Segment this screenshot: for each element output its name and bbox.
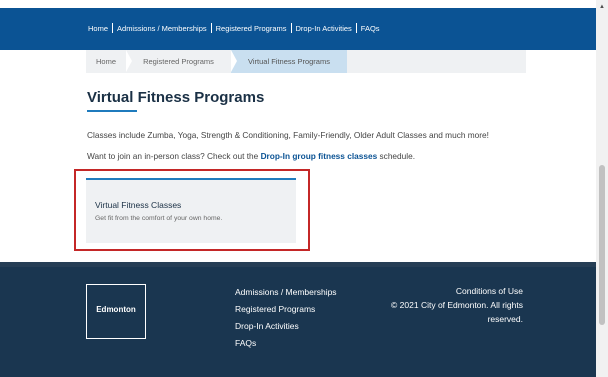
scrollbar-thumb[interactable]	[599, 165, 605, 325]
dropin-classes-link[interactable]: Drop-In group fitness classes	[261, 151, 378, 161]
page-title: Virtual Fitness Programs	[87, 89, 265, 106]
join-text: Want to join an in-person class? Check o…	[87, 151, 415, 161]
breadcrumb-chevron-icon	[231, 50, 237, 72]
footer-links: Admissions / Memberships Registered Prog…	[235, 284, 337, 352]
vertical-scrollbar[interactable]: ▲	[596, 0, 608, 377]
breadcrumb-registered-programs[interactable]: Registered Programs	[126, 50, 231, 73]
nav-separator	[355, 23, 357, 33]
nav-faqs-link[interactable]: FAQs	[361, 24, 380, 33]
scroll-up-arrow-icon[interactable]: ▲	[596, 2, 608, 12]
nav-separator	[290, 23, 292, 33]
page: Home Admissions / Memberships Registered…	[0, 0, 596, 377]
nav-admissions-link[interactable]: Admissions / Memberships	[117, 24, 207, 33]
nav-separator	[112, 23, 114, 33]
nav-home-link[interactable]: Home	[88, 24, 108, 33]
footer: Edmonton Admissions / Memberships Regist…	[0, 262, 596, 377]
title-underline	[87, 110, 137, 112]
footer-link-admissions[interactable]: Admissions / Memberships	[235, 284, 337, 301]
logo-text: Edmonton	[96, 305, 136, 314]
footer-link-faqs[interactable]: FAQs	[235, 335, 337, 352]
nav-dropin-link[interactable]: Drop-In Activities	[296, 24, 352, 33]
top-navigation: Home Admissions / Memberships Registered…	[0, 8, 596, 50]
nav-separator	[210, 23, 212, 33]
highlight-box	[74, 169, 310, 251]
edmonton-logo[interactable]: Edmonton	[86, 284, 146, 339]
footer-link-dropin[interactable]: Drop-In Activities	[235, 318, 337, 335]
join-prefix: Want to join an in-person class? Check o…	[87, 151, 261, 161]
join-suffix: schedule.	[377, 151, 416, 161]
conditions-of-use-link[interactable]: Conditions of Use	[370, 284, 523, 298]
footer-legal: Conditions of Use © 2021 City of Edmonto…	[370, 284, 523, 326]
top-nav-links: Home Admissions / Memberships Registered…	[88, 23, 380, 33]
breadcrumb-home[interactable]: Home	[86, 50, 126, 73]
breadcrumb: Home Registered Programs Virtual Fitness…	[86, 50, 526, 73]
copyright-text: © 2021 City of Edmonton. All rights rese…	[391, 300, 523, 324]
breadcrumb-chevron-icon	[126, 50, 132, 72]
nav-registered-link[interactable]: Registered Programs	[216, 24, 287, 33]
breadcrumb-current: Virtual Fitness Programs	[231, 50, 347, 73]
footer-link-registered[interactable]: Registered Programs	[235, 301, 337, 318]
intro-text: Classes include Zumba, Yoga, Strength & …	[87, 130, 489, 140]
